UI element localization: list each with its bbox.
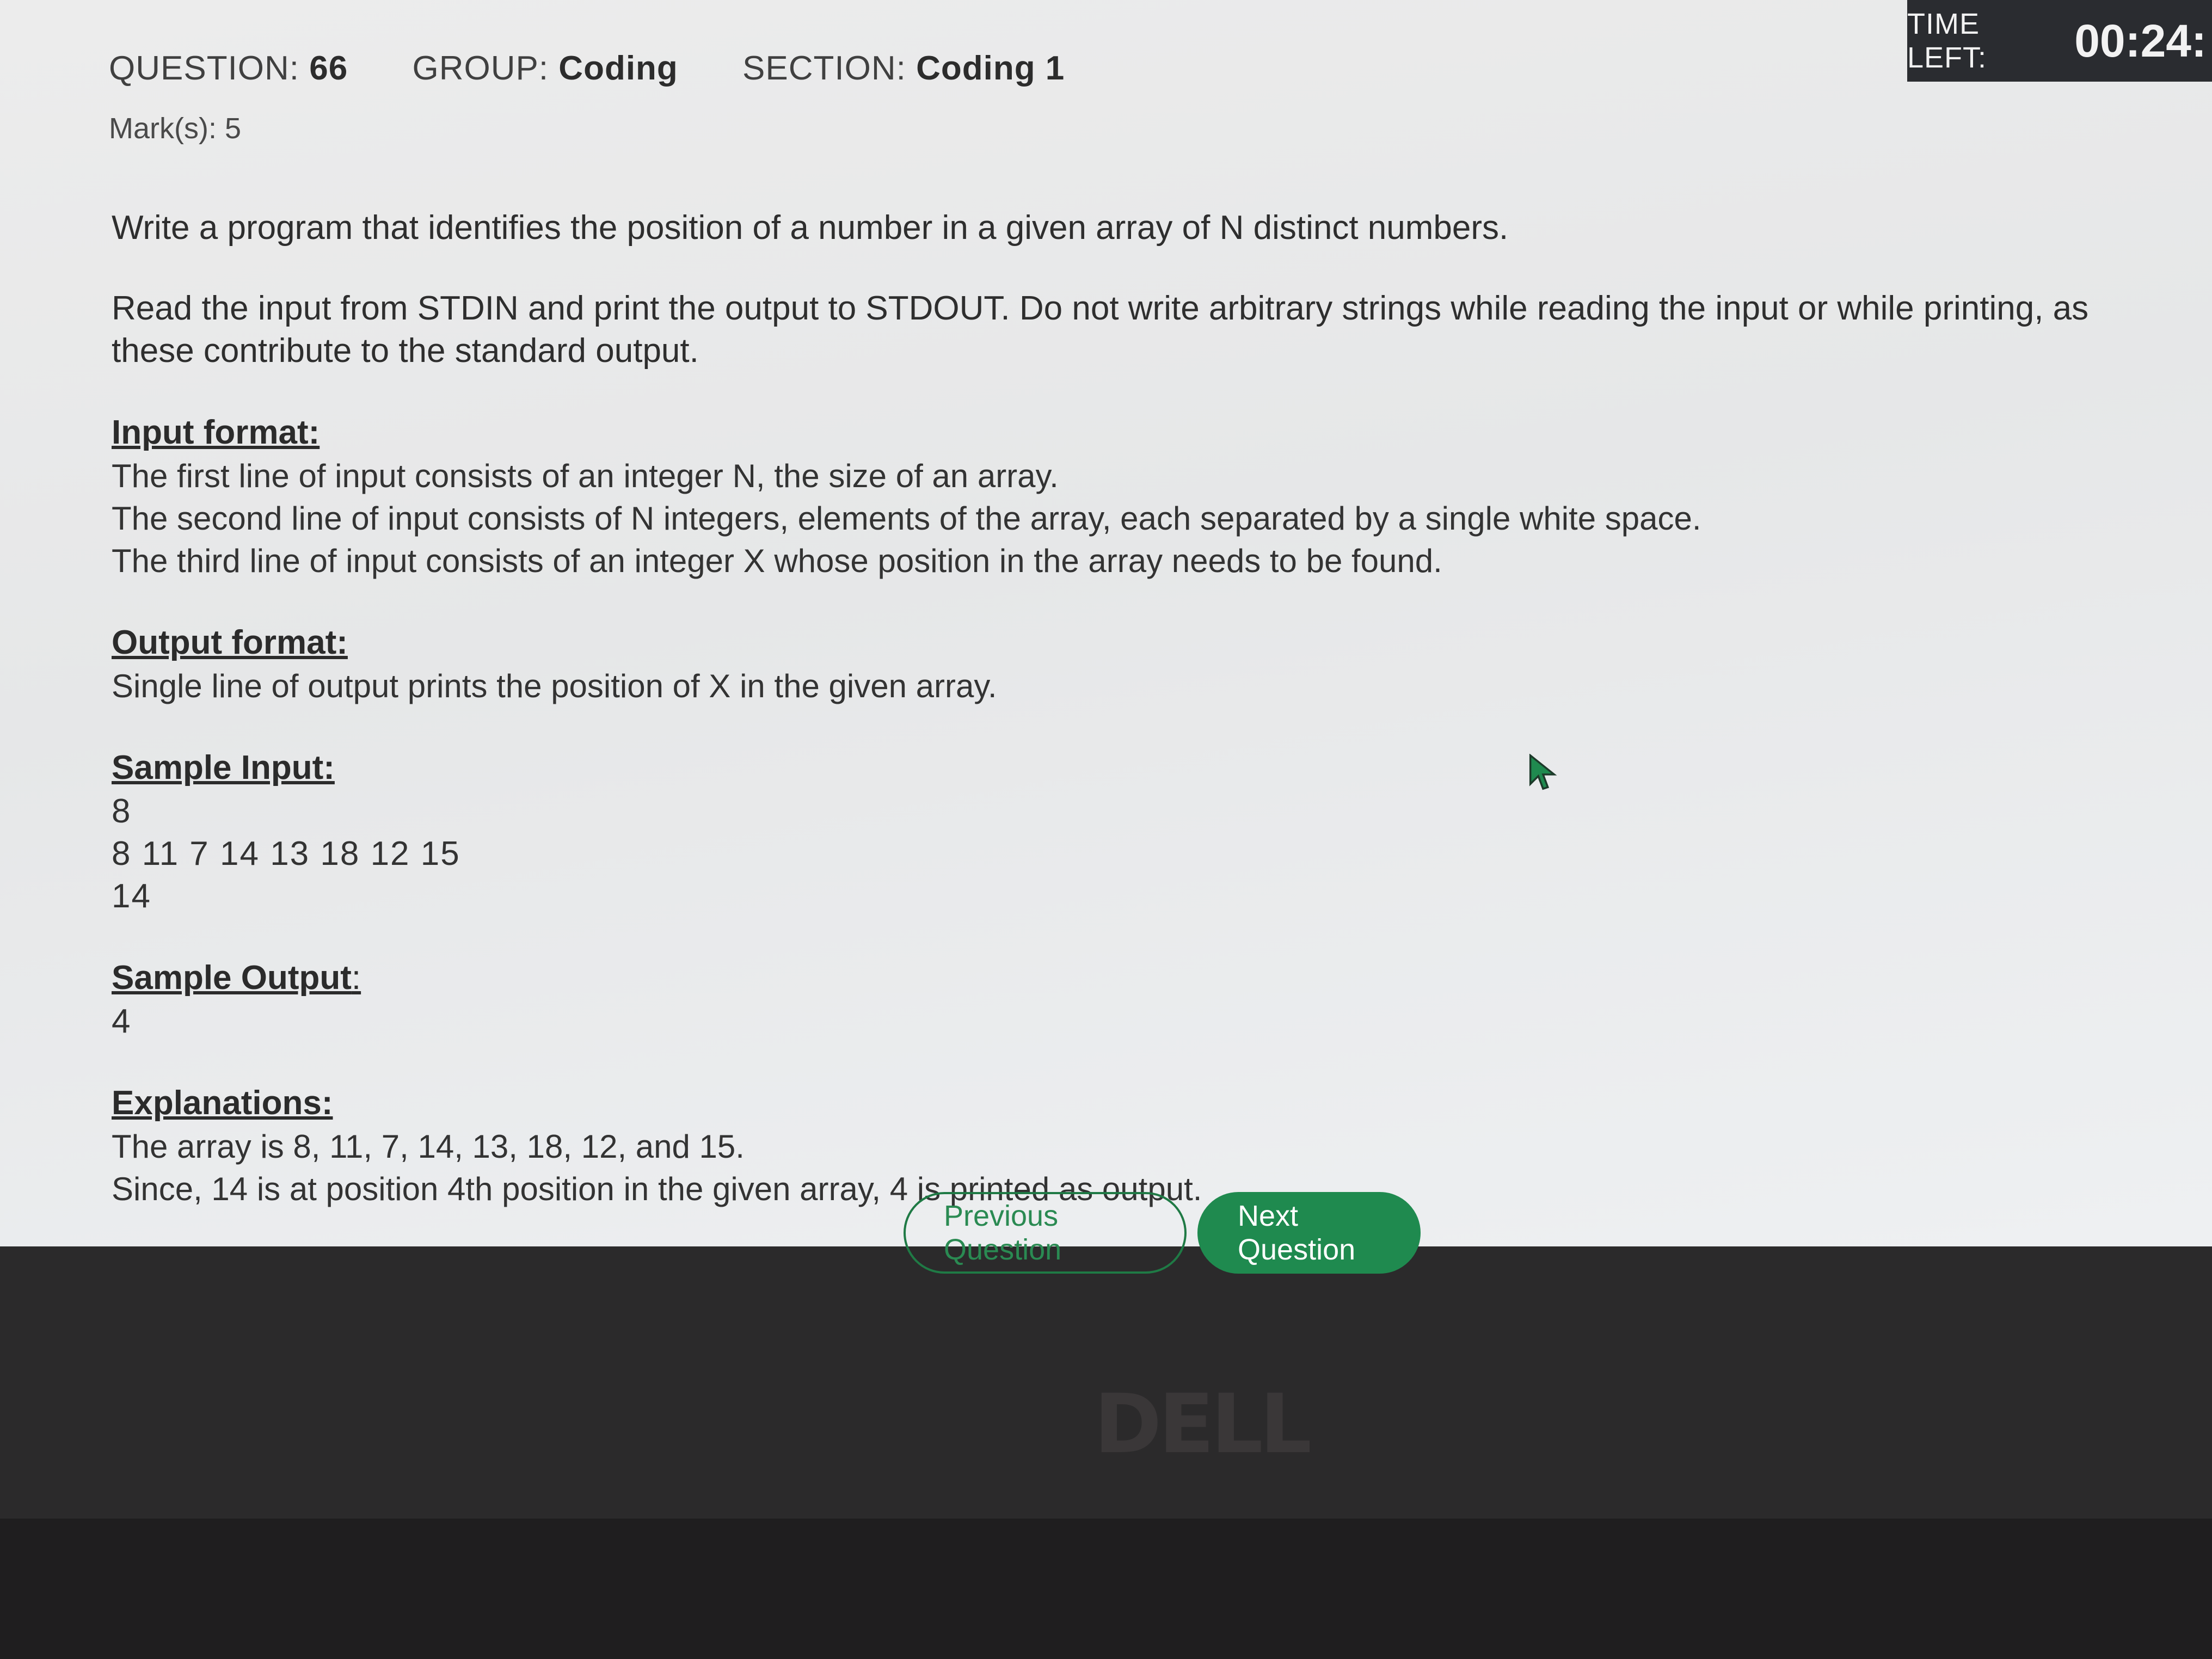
group-label: GROUP: <box>412 50 549 87</box>
sample-input-section: Sample Input: 8 8 11 7 14 13 18 12 15 14 <box>112 746 2158 918</box>
sample-output-heading: Sample Output <box>112 959 352 997</box>
sample-input-line: 14 <box>112 877 151 915</box>
output-format-line: Single line of output prints the positio… <box>112 668 997 704</box>
sample-input-line: 8 <box>112 792 132 830</box>
input-format-heading: Input format: <box>112 414 320 451</box>
question-number: 66 <box>309 50 348 87</box>
sample-input-line: 8 11 7 14 13 18 12 15 <box>112 835 460 872</box>
exam-screen: TIME LEFT: 00:24: QUESTION: 66 GROUP: Co… <box>0 0 2212 1246</box>
problem-statement: Write a program that identifies the posi… <box>112 209 1509 247</box>
input-format-line: The first line of input consists of an i… <box>112 458 1059 494</box>
explanations-heading: Explanations: <box>112 1084 333 1122</box>
input-format-line: The second line of input consists of N i… <box>112 500 1701 537</box>
next-question-button[interactable]: Next Question <box>1197 1192 1421 1274</box>
timer-value: 00:24: <box>2074 15 2207 66</box>
sample-input-heading: Sample Input: <box>112 749 335 787</box>
dell-logo: DELL <box>1094 1377 1312 1472</box>
mouse-cursor-icon <box>1529 754 1557 790</box>
question-label: QUESTION: <box>109 50 300 87</box>
timer-label: TIME LEFT: <box>1907 8 1987 74</box>
explanations-section: Explanations: The array is 8, 11, 7, 14,… <box>112 1081 2158 1211</box>
group-value: Coding <box>558 50 678 87</box>
question-meta: QUESTION: 66 GROUP: Coding SECTION: Codi… <box>109 49 1119 88</box>
question-navigation: Previous Question Next Question <box>904 1192 1421 1274</box>
timer-bar: TIME LEFT: 00:24: <box>1907 0 2212 82</box>
marks: Mark(s): 5 <box>109 112 241 145</box>
question-content: Write a program that identifies the posi… <box>112 207 2158 1211</box>
sample-output-section: Sample Output: 4 <box>112 956 2158 1043</box>
section-value: Coding 1 <box>916 50 1065 87</box>
sample-output-line: 4 <box>112 1003 132 1040</box>
explanation-line: The array is 8, 11, 7, 14, 13, 18, 12, a… <box>112 1128 745 1165</box>
output-format-section: Output format: Single line of output pri… <box>112 620 2158 708</box>
section-label: SECTION: <box>742 50 906 87</box>
previous-question-button[interactable]: Previous Question <box>904 1192 1187 1274</box>
desk-surface <box>0 1519 2212 1659</box>
input-format-section: Input format: The first line of input co… <box>112 410 2158 582</box>
io-note: Read the input from STDIN and print the … <box>112 290 2089 370</box>
input-format-line: The third line of input consists of an i… <box>112 543 1442 579</box>
output-format-heading: Output format: <box>112 624 348 661</box>
